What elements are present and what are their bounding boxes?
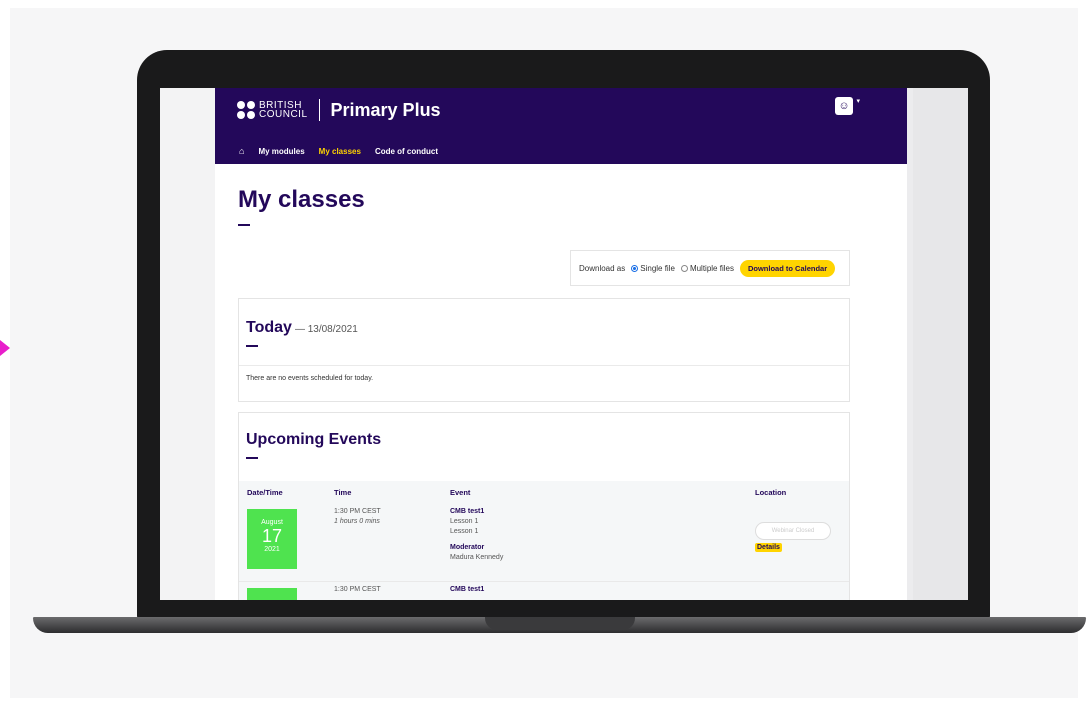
upcoming-title: Upcoming Events xyxy=(246,431,382,448)
web-page: BRITISH COUNCIL Primary Plus ☺ ▾ ⌂ My mo… xyxy=(215,88,907,600)
screen-right-margin xyxy=(913,88,968,600)
title-underline xyxy=(238,224,250,226)
upcoming-underline xyxy=(246,457,258,459)
logo-line-2: COUNCIL xyxy=(259,109,308,120)
table-row: 1:30 PM CEST CMB test1 xyxy=(239,581,849,600)
laptop-notch xyxy=(485,617,635,630)
radio-single-file-label[interactable]: Single file xyxy=(640,264,675,273)
column-header-event: Event xyxy=(450,488,471,497)
chevron-down-icon[interactable]: ▾ xyxy=(856,97,860,105)
download-label: Download as xyxy=(579,263,626,273)
screen-left-margin xyxy=(160,88,215,600)
table-row: August 17 2021 1:30 PM CEST 1 hours 0 mi… xyxy=(239,501,849,581)
download-to-calendar-button[interactable]: Download to Calendar xyxy=(739,259,836,277)
logo-divider xyxy=(318,99,320,121)
radio-multiple-files[interactable] xyxy=(680,264,688,272)
logo-text: BRITISH COUNCIL xyxy=(259,101,308,120)
home-icon[interactable]: ⌂ xyxy=(239,146,244,156)
today-underline xyxy=(246,345,258,347)
event-time: 1:30 PM CEST xyxy=(334,508,381,515)
event-duration: 1 hours 0 mins xyxy=(334,518,380,525)
product-name: Primary Plus xyxy=(330,99,441,120)
download-panel: Download as Single file Multiple files D… xyxy=(570,250,850,286)
event-time-cell: 1:30 PM CEST 1 hours 0 mins xyxy=(334,507,381,527)
webinar-closed-button[interactable]: Webinar Closed xyxy=(755,522,831,540)
column-header-time: Time xyxy=(334,488,352,497)
moderator-name: Madura Kennedy xyxy=(450,554,504,561)
event-name: CMB test1 xyxy=(450,586,485,593)
radio-multiple-files-label[interactable]: Multiple files xyxy=(690,264,734,273)
event-info-cell: CMB test1 xyxy=(450,585,484,595)
header-bar: BRITISH COUNCIL Primary Plus ☺ ▾ ⌂ My mo… xyxy=(215,88,907,164)
radio-single-file[interactable] xyxy=(631,264,639,272)
logo-dots-icon xyxy=(237,101,255,119)
today-card: Today — 13/08/2021 There are no events sc… xyxy=(238,298,850,402)
event-year: 2021 xyxy=(264,546,280,553)
event-line-2: Lesson 1 xyxy=(450,528,479,535)
event-day: 17 xyxy=(261,526,283,546)
main-nav: ⌂ My modules My classes Code of conduct xyxy=(239,146,452,156)
nav-item-my-modules[interactable]: My modules xyxy=(258,147,304,156)
today-divider xyxy=(239,365,849,366)
no-events-message: There are no events scheduled for today. xyxy=(246,375,374,382)
event-name: CMB test1 xyxy=(450,508,485,515)
moderator-label: Moderator xyxy=(450,544,485,551)
today-title: Today xyxy=(246,319,292,336)
details-link[interactable]: Details xyxy=(755,543,782,552)
nav-item-code-of-conduct[interactable]: Code of conduct xyxy=(375,147,438,156)
event-date-badge: August 17 2021 xyxy=(247,509,297,569)
nav-item-my-classes[interactable]: My classes xyxy=(319,147,361,156)
event-date-badge xyxy=(247,588,297,600)
british-council-logo[interactable]: BRITISH COUNCIL Primary Plus xyxy=(237,99,441,121)
column-header-location: Location xyxy=(755,488,787,497)
event-info-cell: CMB test1 Lesson 1 Lesson 1 Moderator Ma… xyxy=(450,507,503,563)
event-time: 1:30 PM CEST xyxy=(334,586,381,593)
event-month: August xyxy=(261,519,283,526)
today-heading: Today — 13/08/2021 xyxy=(246,319,358,337)
today-date: — 13/08/2021 xyxy=(294,324,358,335)
column-header-date: Date/Time xyxy=(247,488,283,497)
page-title: My classes xyxy=(238,186,365,213)
table-header: Date/Time Time Event Location xyxy=(239,481,849,501)
pointer-arrow-icon xyxy=(0,340,10,356)
user-icon[interactable]: ☺ xyxy=(835,97,853,115)
upcoming-events-card: Upcoming Events Date/Time Time Event Loc… xyxy=(238,412,850,600)
event-line-1: Lesson 1 xyxy=(450,518,479,525)
laptop-screen: BRITISH COUNCIL Primary Plus ☺ ▾ ⌂ My mo… xyxy=(160,88,968,600)
